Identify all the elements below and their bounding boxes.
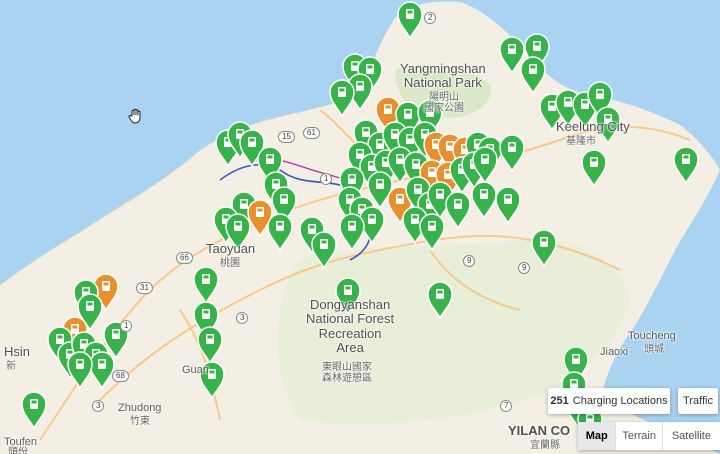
label-yangmingshan: Yangmingshan National Park [400,61,486,91]
label-toucheng-cjk: 頭城 [644,344,664,355]
charging-count-box: 251 Charging Locations [548,388,670,414]
label-guanxi: Guan [182,364,209,376]
charging-count: 251 [550,395,569,407]
label-yilan-cjk: 宜蘭縣 [530,440,560,451]
label-hsinchu-cjk: 新 [6,361,16,372]
label-yangmingshan-cjk: 陽明山 國家公園 [424,92,464,114]
map-type-terrain-button[interactable]: Terrain [615,422,661,450]
label-keelung: Keelung City [556,119,630,134]
label-taoyuan-cjk: 桃園 [220,258,240,269]
label-yilan: YILAN CO [508,423,571,438]
label-toucheng: Toucheng [628,330,676,342]
label-jiaoxi: Jiaoxi [600,346,629,358]
map-type-control: Map Terrain Satellite [578,422,720,450]
map-base [0,1,720,454]
map-view[interactable]: Yangmingshan National Park 陽明山 國家公園 Keel… [0,0,720,454]
hand-cursor-icon [128,108,141,124]
label-dongyanshan: Dongyanshan National Forest Recreation A… [306,297,395,355]
label-hsinchu: Hsin [4,344,31,359]
label-toufen-cjk: 頭份 [8,447,28,454]
label-dongyanshan-cjk: 東眼山國家 森林遊憩區 [322,362,372,384]
road-shield-66: 66 [176,252,193,264]
road-shield-61: 61 [303,127,320,139]
map-type-map-button[interactable]: Map [578,422,616,450]
road-shield-15: 15 [278,131,295,143]
label-zhudong-cjk: 竹東 [130,416,150,427]
road-shield-31: 31 [136,282,153,294]
label-taoyuan: Taoyuan [206,241,256,256]
map-type-satellite-button[interactable]: Satellite [661,422,720,450]
label-keelung-cjk: 基隆市 [566,136,596,147]
label-zhudong: Zhudong [118,402,162,414]
road-shield-68: 68 [112,370,129,382]
traffic-button[interactable]: Traffic [678,388,718,414]
charging-count-label: Charging Locations [572,395,668,407]
